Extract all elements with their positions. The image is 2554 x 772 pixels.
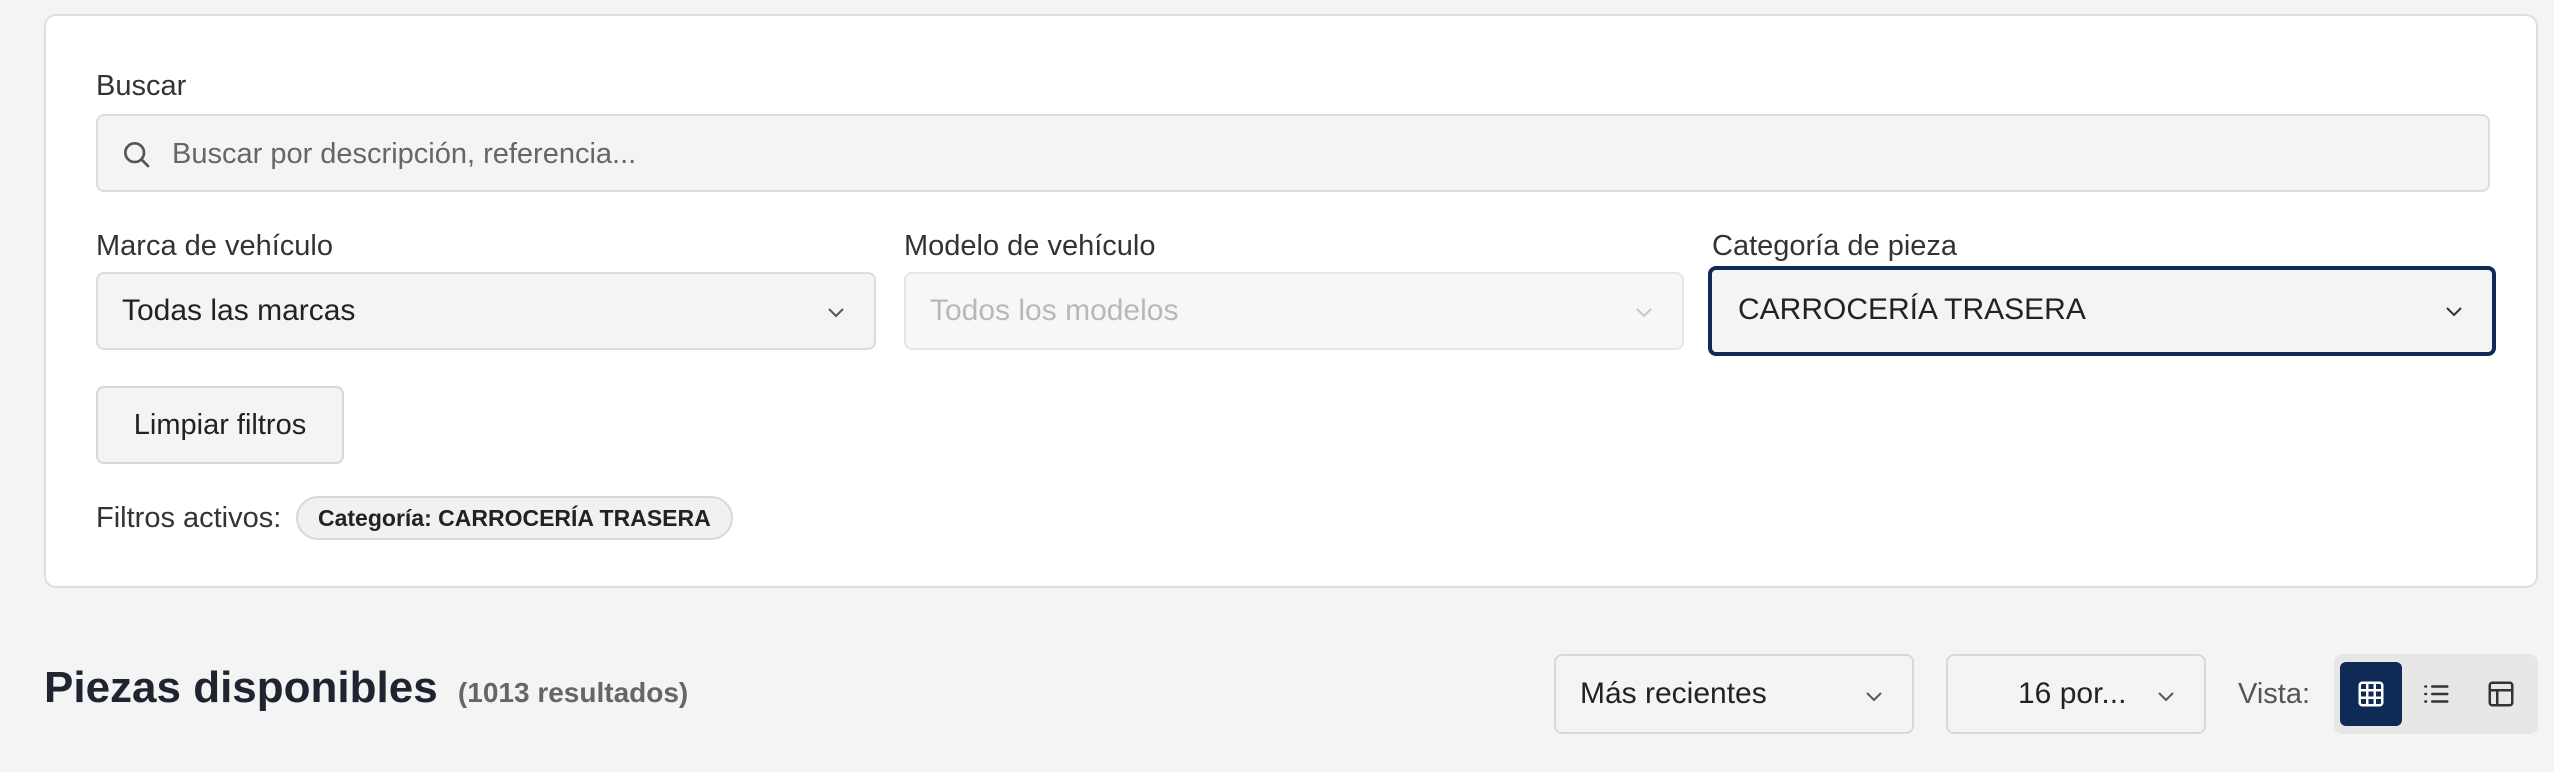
- view-mode-toggle: [2334, 654, 2538, 734]
- active-filters-label: Filtros activos:: [96, 502, 282, 534]
- chevron-down-icon: [1866, 692, 1882, 702]
- category-select-value: CARROCERÍA TRASERA: [1738, 293, 2086, 326]
- brand-label: Marca de vehículo: [96, 230, 333, 262]
- brand-select-value: Todas las marcas: [122, 294, 356, 327]
- filters-card: Buscar Marca de vehículo Todas las marca…: [44, 14, 2538, 588]
- table-view-icon: [2488, 681, 2514, 707]
- model-label: Modelo de vehículo: [904, 230, 1156, 262]
- grid-view-button[interactable]: [2340, 662, 2402, 726]
- clear-filters-button[interactable]: Limpiar filtros: [96, 386, 344, 464]
- brand-select[interactable]: Todas las marcas: [96, 272, 876, 350]
- chevron-down-icon: [828, 308, 844, 318]
- category-label: Categoría de pieza: [1712, 230, 1958, 262]
- search-label: Buscar: [96, 70, 187, 102]
- results-count: (1013 resultados): [457, 677, 689, 708]
- list-view-button[interactable]: [2405, 662, 2467, 726]
- category-select[interactable]: CARROCERÍA TRASERA: [1708, 266, 2496, 356]
- model-select[interactable]: Todos los modelos: [904, 272, 1684, 350]
- view-label: Vista:: [2238, 678, 2311, 710]
- list-view-icon: [2424, 685, 2449, 703]
- model-select-value: Todos los modelos: [930, 294, 1179, 327]
- page-title: Piezas disponibles (1013 resultados): [44, 666, 688, 710]
- search-field[interactable]: [96, 114, 2490, 192]
- chevron-down-icon: [2158, 692, 2174, 702]
- sort-select[interactable]: Más recientes: [1554, 654, 1914, 734]
- grid-view-icon: [2358, 681, 2384, 707]
- per-page-select[interactable]: 16 por...: [1946, 654, 2206, 734]
- per-page-select-value: 16 por...: [2018, 677, 2127, 710]
- sort-select-value: Más recientes: [1580, 677, 1767, 710]
- active-filter-chip[interactable]: Categoría: CARROCERÍA TRASERA: [296, 496, 733, 540]
- chevron-down-icon: [1636, 308, 1652, 318]
- search-icon: [123, 142, 150, 168]
- results-title: Piezas disponibles: [44, 663, 438, 712]
- chevron-down-icon: [2446, 307, 2462, 317]
- table-view-button[interactable]: [2470, 662, 2532, 726]
- search-input[interactable]: [170, 116, 2454, 192]
